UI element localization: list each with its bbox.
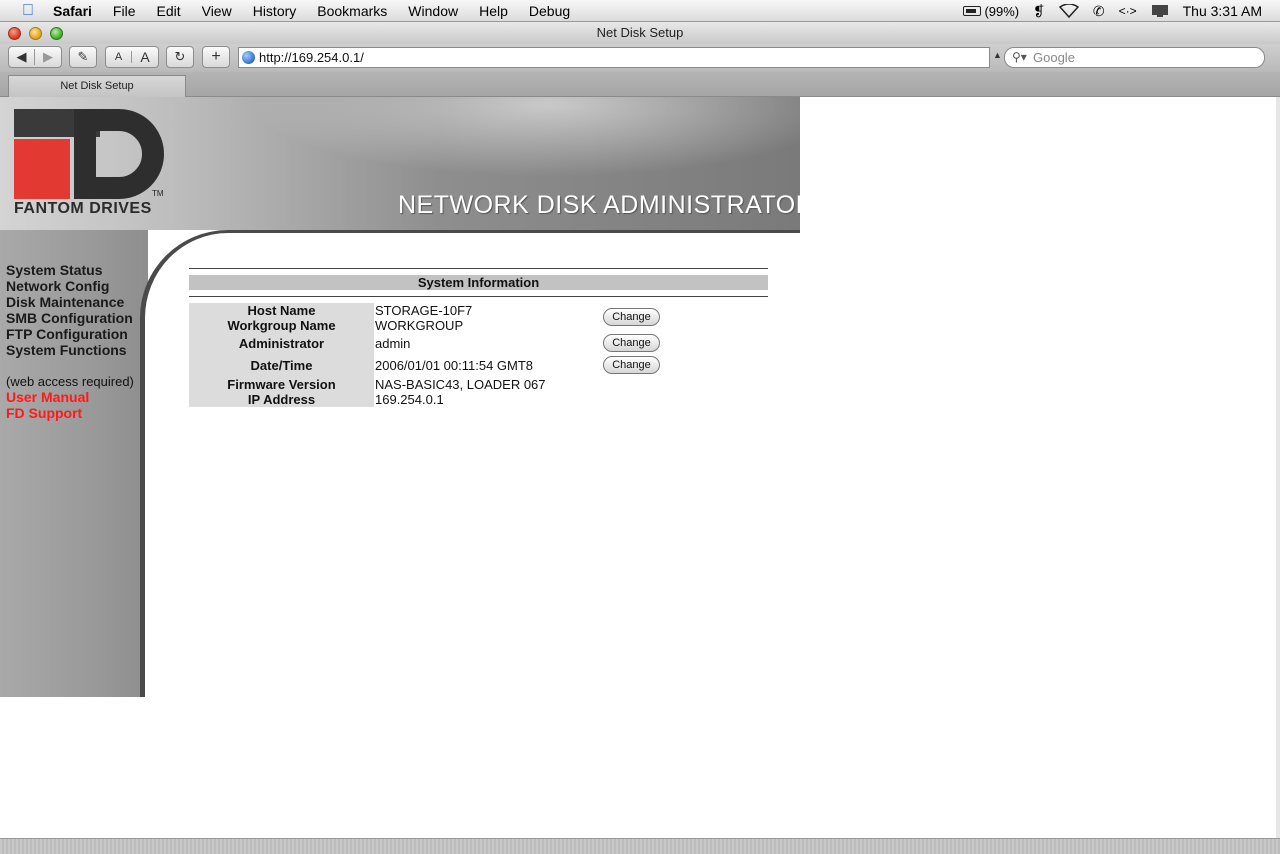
nav-system-functions[interactable]: System Functions xyxy=(6,342,133,358)
menu-window[interactable]: Window xyxy=(408,3,458,19)
nav-disk-maintenance[interactable]: Disk Maintenance xyxy=(6,294,133,310)
nav-ftp-configuration[interactable]: FTP Configuration xyxy=(6,326,133,342)
administrator-label: Administrator xyxy=(238,336,325,351)
user-manual-link[interactable]: User Manual xyxy=(6,389,89,405)
page-scrollbar[interactable] xyxy=(1276,97,1280,838)
menu-debug[interactable]: Debug xyxy=(529,3,570,19)
search-placeholder: Google xyxy=(1033,50,1075,65)
menu-history[interactable]: History xyxy=(253,3,297,19)
firmware-version-label: Firmware Version xyxy=(227,377,336,392)
phone-icon[interactable]: ✆ xyxy=(1093,3,1105,20)
window-titlebar: Net Disk Setup xyxy=(0,22,1280,44)
battery-icon xyxy=(963,6,982,16)
datetime-value: 2006/01/01 00:11:54 GMT8 xyxy=(375,358,534,373)
change-admin-button[interactable]: Change xyxy=(603,334,660,352)
snapback-icon[interactable]: ▲ xyxy=(993,50,1002,60)
section-top-rule xyxy=(189,268,768,269)
text-size-control: A A xyxy=(105,46,159,68)
trademark-mark: TM xyxy=(152,189,164,198)
bug-report-button[interactable]: ✎ xyxy=(69,46,97,68)
menu-extras: (99%) ❡ ✆ <·> Thu 3:31 AM xyxy=(963,0,1280,22)
menu-help[interactable]: Help xyxy=(479,3,508,19)
workgroup-name-value: WORKGROUP xyxy=(375,318,464,333)
apple-menu-icon[interactable]:  xyxy=(17,2,39,20)
window-title: Net Disk Setup xyxy=(596,25,684,40)
search-icon: ⚲▾ xyxy=(1012,50,1027,64)
text-bigger-button[interactable]: A xyxy=(132,49,158,65)
battery-percent: (99%) xyxy=(984,3,1020,19)
sync-icon[interactable]: <·> xyxy=(1119,4,1137,18)
menu-bar:  Safari File Edit View History Bookmark… xyxy=(0,0,1280,22)
datetime-label: Date/Time xyxy=(250,358,313,373)
menu-view[interactable]: View xyxy=(202,3,232,19)
host-name-value: STORAGE-10F7 xyxy=(375,303,473,318)
header-shine xyxy=(250,97,800,177)
minimize-window-button[interactable] xyxy=(29,27,42,40)
host-name-label: Host Name xyxy=(247,303,316,318)
ip-address-label: IP Address xyxy=(247,392,316,407)
firmware-version-value: NAS-BASIC43, LOADER 067 xyxy=(375,377,546,392)
menu-safari[interactable]: Safari xyxy=(53,3,92,19)
web-page: TM FANTOM DRIVES NETWORK DISK ADMINISTRA… xyxy=(0,97,1276,838)
header-title: NETWORK DISK ADMINISTRATOR xyxy=(398,191,800,219)
menu-clock[interactable]: Thu 3:31 AM xyxy=(1183,3,1262,19)
close-window-button[interactable] xyxy=(8,27,21,40)
menu-file[interactable]: File xyxy=(113,3,136,19)
fd-header-banner: TM FANTOM DRIVES NETWORK DISK ADMINISTRA… xyxy=(0,97,800,230)
browser-toolbar: ◀ ▶ ✎ A A ↻ + http://169.254.0.1/ ▲ ⚲▾ G… xyxy=(0,44,1280,72)
battery-status[interactable]: (99%) xyxy=(963,4,1019,19)
change-datetime-button[interactable]: Change xyxy=(603,356,660,374)
menu-edit[interactable]: Edit xyxy=(156,3,180,19)
back-button[interactable]: ◀ xyxy=(9,49,35,65)
reload-button[interactable]: ↻ xyxy=(166,46,194,68)
globe-icon xyxy=(242,51,255,64)
administrator-value: admin xyxy=(375,336,411,351)
brand-name: FANTOM DRIVES xyxy=(14,200,152,217)
external-links: User Manual FD Support xyxy=(6,389,89,421)
nav-smb-configuration[interactable]: SMB Configuration xyxy=(6,310,133,326)
google-search-field[interactable]: ⚲▾ Google xyxy=(1004,47,1265,68)
section-bottom-rule xyxy=(189,296,768,297)
ip-address-value: 169.254.0.1 xyxy=(375,392,444,407)
nav-system-status[interactable]: System Status xyxy=(6,262,133,278)
pencil-icon: ✎ xyxy=(77,49,89,64)
bluetooth-icon[interactable]: ❡ xyxy=(1033,3,1045,20)
change-host-button[interactable]: Change xyxy=(603,308,660,326)
address-field[interactable]: http://169.254.0.1/ xyxy=(238,47,990,68)
tab-net-disk-setup[interactable]: Net Disk Setup xyxy=(8,75,186,97)
display-icon[interactable] xyxy=(1151,4,1169,18)
reload-icon: ↻ xyxy=(174,49,186,64)
fd-support-link[interactable]: FD Support xyxy=(6,405,89,421)
add-bookmark-button[interactable]: + xyxy=(202,46,230,68)
address-url: http://169.254.0.1/ xyxy=(259,50,364,65)
wifi-icon[interactable] xyxy=(1058,4,1079,18)
text-smaller-button[interactable]: A xyxy=(106,51,132,63)
workgroup-name-label: Workgroup Name xyxy=(227,318,336,333)
zoom-window-button[interactable] xyxy=(50,27,63,40)
sidebar-nav: System Status Network Config Disk Mainte… xyxy=(6,262,133,358)
nav-network-config[interactable]: Network Config xyxy=(6,278,133,294)
content-frame xyxy=(140,230,800,697)
forward-button[interactable]: ▶ xyxy=(35,49,61,65)
tab-bar: Net Disk Setup xyxy=(0,72,1280,97)
menu-bookmarks[interactable]: Bookmarks xyxy=(317,3,387,19)
back-forward-control: ◀ ▶ xyxy=(8,46,62,68)
section-title: System Information xyxy=(189,275,768,290)
web-access-note: (web access required) xyxy=(6,374,134,389)
status-bar xyxy=(0,838,1280,854)
